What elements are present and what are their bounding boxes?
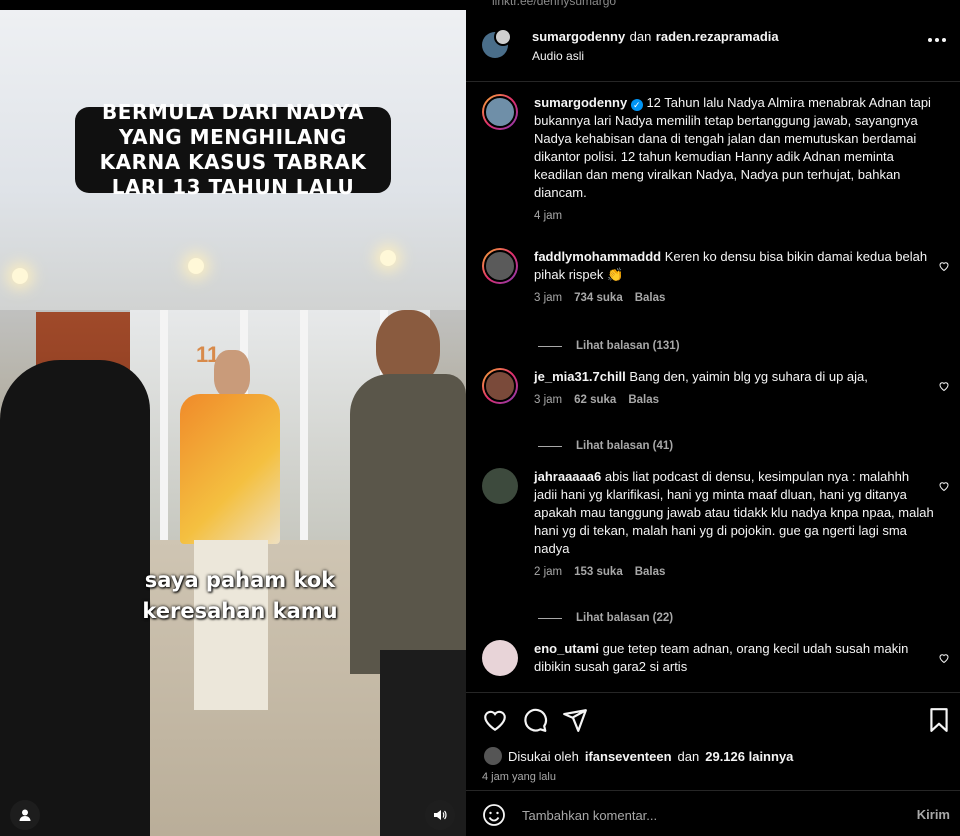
verified-icon: ✓ [630, 99, 643, 111]
url-strip: linktr.ee/dennysumargo [466, 0, 960, 10]
liked-count[interactable]: 29.126 lainnya [705, 749, 793, 764]
heart-icon[interactable] [938, 652, 950, 664]
heart-icon[interactable] [938, 260, 950, 272]
comment-input[interactable] [522, 804, 882, 826]
heart-icon[interactable] [938, 480, 950, 492]
view-replies[interactable]: Lihat balasan (41) [538, 440, 673, 452]
caption-username[interactable]: sumargodenny [534, 95, 627, 110]
replies-line [538, 345, 562, 347]
caption-text: 12 Tahun lalu Nadya Almira menabrak Adna… [534, 95, 931, 200]
avatar[interactable] [482, 368, 518, 404]
window-frame [300, 310, 308, 540]
video-caption-box: BERMULA DARI NADYA YANG MENGHILANG KARNA… [75, 100, 391, 199]
comment-likes[interactable]: 62 suka [574, 394, 616, 406]
author-username[interactable]: sumargodenny [532, 29, 625, 44]
like-icon[interactable] [482, 707, 508, 733]
window-frame [160, 310, 168, 540]
replies-line [538, 617, 562, 619]
url-text: linktr.ee/dennysumargo [492, 0, 617, 8]
comment-username[interactable]: eno_utami [534, 641, 599, 656]
ceiling-light [12, 268, 28, 284]
liked-by-label: Disukai oleh [508, 748, 579, 764]
post-header: sumargodenny dan raden.rezapramadia Audi… [466, 10, 960, 82]
likes-summary: Disukai oleh ifanseventeen dan 29.126 la… [484, 747, 793, 765]
user-icon [19, 809, 31, 821]
connector-text: dan [629, 29, 652, 44]
volume-button[interactable] [425, 800, 455, 830]
avatar[interactable] [494, 28, 512, 46]
subtitle-line: saya paham kok [144, 568, 336, 592]
action-bar: Disukai oleh ifanseventeen dan 29.126 la… [466, 692, 960, 800]
comment-username[interactable]: je_mia31.7chill [534, 369, 626, 384]
audio-label[interactable]: Audio asli [532, 49, 584, 63]
reply-button[interactable]: Balas [635, 566, 666, 578]
view-replies[interactable]: Lihat balasan (22) [538, 612, 673, 624]
liked-and-label: dan [677, 748, 700, 764]
avatar[interactable] [484, 747, 502, 765]
save-icon[interactable] [926, 707, 952, 733]
avatar[interactable] [482, 248, 518, 284]
subtitle-line: keresahan kamu [142, 599, 338, 623]
heart-icon[interactable] [938, 380, 950, 392]
liked-by-user[interactable]: ifanseventeen [585, 749, 672, 764]
view-replies-label[interactable]: Lihat balasan (22) [576, 612, 673, 624]
share-icon[interactable] [562, 707, 588, 733]
more-icon[interactable] [928, 38, 946, 42]
avatar[interactable] [482, 640, 518, 676]
comment-username[interactable]: faddlymohammaddd [534, 249, 661, 264]
comment-time[interactable]: 3 jam [534, 394, 562, 406]
header-users: sumargodenny dan raden.rezapramadia [532, 28, 779, 46]
send-button[interactable]: Kirim [917, 807, 950, 822]
video-caption-text: BERMULA DARI NADYA YANG MENGHILANG KARNA… [99, 100, 367, 199]
person-right [350, 310, 466, 836]
user-tag-button[interactable] [10, 800, 40, 830]
comment-icon[interactable] [522, 707, 548, 733]
collab-username[interactable]: raden.rezapramadia [656, 29, 779, 44]
comments-list[interactable]: sumargodenny ✓ 12 Tahun lalu Nadya Almir… [466, 82, 960, 692]
comment-likes[interactable]: 153 suka [574, 566, 623, 578]
avatar[interactable] [482, 468, 518, 504]
view-replies-label[interactable]: Lihat balasan (131) [576, 340, 680, 352]
caption-time[interactable]: 4 jam [534, 210, 562, 222]
volume-icon [434, 810, 447, 820]
comment-time[interactable]: 3 jam [534, 292, 562, 304]
avatar[interactable] [482, 94, 518, 130]
video-player[interactable]: 11 BERMULA DARI NADYA YANG MENGHILANG KA… [0, 10, 466, 836]
post-panel: sumargodenny dan raden.rezapramadia Audi… [466, 10, 960, 836]
view-replies-label[interactable]: Lihat balasan (41) [576, 440, 673, 452]
person-left [0, 360, 150, 836]
ceiling-light [188, 258, 204, 274]
comment-likes[interactable]: 734 suka [574, 292, 623, 304]
person-center [180, 350, 280, 720]
comment-text: Bang den, yaimin blg yg suhara di up aja… [629, 369, 868, 384]
replies-line [538, 445, 562, 447]
reply-button[interactable]: Balas [628, 394, 659, 406]
view-replies[interactable]: Lihat balasan (131) [538, 340, 680, 352]
ceiling-light [380, 250, 396, 266]
video-subtitle: saya paham kok keresahan kamu [130, 565, 350, 627]
add-comment-bar: Kirim [466, 790, 960, 836]
post-time[interactable]: 4 jam yang lalu [482, 771, 556, 783]
reply-button[interactable]: Balas [635, 292, 666, 304]
comment-username[interactable]: jahraaaaa6 [534, 469, 601, 484]
emoji-icon[interactable] [482, 803, 506, 827]
comment-time[interactable]: 2 jam [534, 566, 562, 578]
